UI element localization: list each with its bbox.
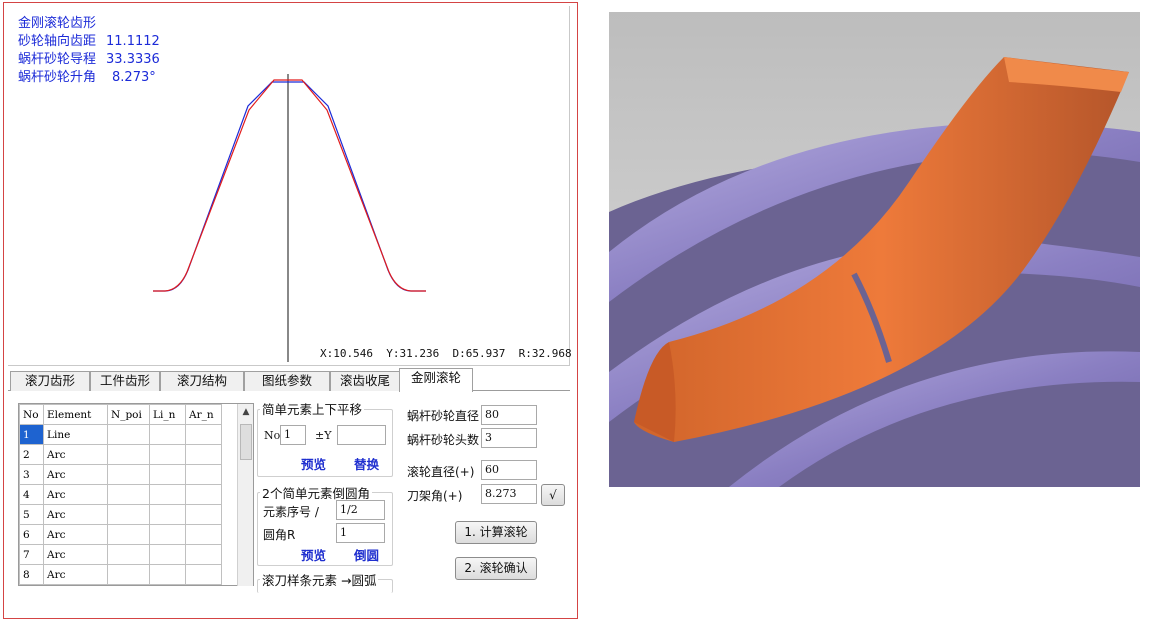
element-table[interactable]: No Element N_poi Li_n Ar_n 1 Line 2 Arc 3A… bbox=[18, 403, 254, 586]
scroll-up-icon[interactable]: ▲ bbox=[238, 404, 254, 420]
tab-hob-profile[interactable]: 滚刀齿形 bbox=[10, 371, 90, 391]
profile-blue bbox=[153, 81, 426, 292]
cell-element[interactable]: Arc bbox=[43, 504, 108, 525]
col-lin: Li_n bbox=[149, 404, 186, 425]
profile-plot[interactable]: 金刚滚轮齿形 砂轮轴向齿距 11.1112 蜗杆砂轮导程 33.3336 蜗杆砂轮升… bbox=[8, 6, 572, 366]
cell-no[interactable]: 4 bbox=[19, 484, 44, 505]
col-arn: Ar_n bbox=[185, 404, 222, 425]
cell-element[interactable]: Arc bbox=[43, 484, 108, 505]
col-no: No bbox=[19, 404, 44, 425]
tab-bar: 滚刀齿形 工件齿形 滚刀结构 图纸参数 滚齿收尾 金刚滚轮 bbox=[8, 367, 570, 392]
cell-element[interactable]: Arc bbox=[43, 564, 108, 585]
cell-element[interactable]: Arc bbox=[43, 464, 108, 485]
table-row[interactable]: 3 Arc bbox=[19, 464, 222, 485]
table-row[interactable]: 2 Arc bbox=[19, 444, 222, 465]
roller-dia-label: 滚轮直径(+) bbox=[407, 465, 475, 479]
shift-y-label: ±Y bbox=[315, 429, 332, 442]
table-row[interactable]: 5 Arc bbox=[19, 504, 222, 525]
cell-element[interactable]: Line bbox=[43, 424, 108, 445]
cell-element[interactable]: Arc bbox=[43, 544, 108, 565]
cell-no[interactable]: 5 bbox=[19, 504, 44, 525]
table-scrollbar[interactable]: ▲ bbox=[237, 404, 253, 586]
shift-preview-button[interactable]: 预览 bbox=[301, 454, 326, 473]
fillet-seq-input[interactable]: 1/2 bbox=[336, 500, 385, 520]
coordinate-readout: X:10.546 Y:31.236 D:65.937 R:32.968 bbox=[320, 347, 572, 360]
fillet-apply-button[interactable]: 倒圆 bbox=[354, 545, 379, 564]
frame-angle-label: 刀架角(+) bbox=[407, 489, 463, 503]
col-npoi: N_poi bbox=[107, 404, 150, 425]
profile-red bbox=[153, 79, 426, 292]
shift-replace-button[interactable]: 替换 bbox=[354, 454, 379, 473]
shift-no-input[interactable]: 1 bbox=[280, 425, 306, 445]
cell-no[interactable]: 6 bbox=[19, 524, 44, 545]
cell-element[interactable]: Arc bbox=[43, 524, 108, 545]
fillet-radius-input[interactable]: 1 bbox=[336, 523, 385, 543]
cell-no[interactable]: 8 bbox=[19, 564, 44, 585]
fillet-preview-button[interactable]: 预览 bbox=[301, 545, 326, 564]
col-element: Element bbox=[43, 404, 108, 425]
table-row[interactable]: 7 Arc bbox=[19, 544, 222, 565]
tab-diamond-roller[interactable]: 金刚滚轮 bbox=[399, 368, 473, 392]
tab-workpiece-profile[interactable]: 工件齿形 bbox=[90, 371, 160, 391]
roller-3d-render bbox=[609, 12, 1140, 487]
confirm-roller-button[interactable]: 2. 滚轮确认 bbox=[455, 557, 537, 580]
table-row[interactable]: 1 Line bbox=[19, 424, 222, 445]
app-window: 金刚滚轮齿形 砂轮轴向齿距 11.1112 蜗杆砂轮导程 33.3336 蜗杆砂轮升… bbox=[3, 2, 578, 619]
cell-no[interactable]: 7 bbox=[19, 544, 44, 565]
tab-hobbing-tail[interactable]: 滚齿收尾 bbox=[330, 371, 400, 391]
fillet-seq-label: 元素序号 / bbox=[263, 505, 319, 519]
table-row[interactable]: 4 Arc bbox=[19, 484, 222, 505]
table-row[interactable]: 6 Arc bbox=[19, 524, 222, 545]
tab-drawing-params[interactable]: 图纸参数 bbox=[244, 371, 330, 391]
angle-check-button[interactable]: √ bbox=[541, 484, 565, 506]
frame-angle-input[interactable]: 8.273 bbox=[481, 484, 537, 504]
roller-dia-input[interactable]: 60 bbox=[481, 460, 537, 480]
table-row[interactable]: 8 Arc bbox=[19, 564, 222, 585]
shift-group-title: 简单元素上下平移 bbox=[260, 399, 365, 418]
shift-no-label: No bbox=[264, 429, 281, 442]
shift-y-input[interactable] bbox=[337, 425, 386, 445]
render-image bbox=[609, 12, 1140, 487]
tab-hob-structure[interactable]: 滚刀结构 bbox=[160, 371, 244, 391]
cell-no[interactable]: 1 bbox=[19, 424, 44, 445]
worm-starts-input[interactable]: 3 bbox=[481, 428, 537, 448]
cell-no[interactable]: 3 bbox=[19, 464, 44, 485]
worm-dia-label: 蜗杆砂轮直径 bbox=[407, 409, 480, 423]
fillet-radius-label: 圆角R bbox=[263, 528, 296, 542]
profile-curve bbox=[153, 74, 426, 362]
spline-group-title: 滚刀样条元素 →圆弧 bbox=[260, 570, 379, 589]
worm-starts-label: 蜗杆砂轮头数 bbox=[407, 433, 480, 447]
cell-element[interactable]: Arc bbox=[43, 444, 108, 465]
cell-no[interactable]: 2 bbox=[19, 444, 44, 465]
worm-dia-input[interactable]: 80 bbox=[481, 405, 537, 425]
scroll-thumb[interactable] bbox=[240, 424, 252, 460]
calc-roller-button[interactable]: 1. 计算滚轮 bbox=[455, 521, 537, 544]
